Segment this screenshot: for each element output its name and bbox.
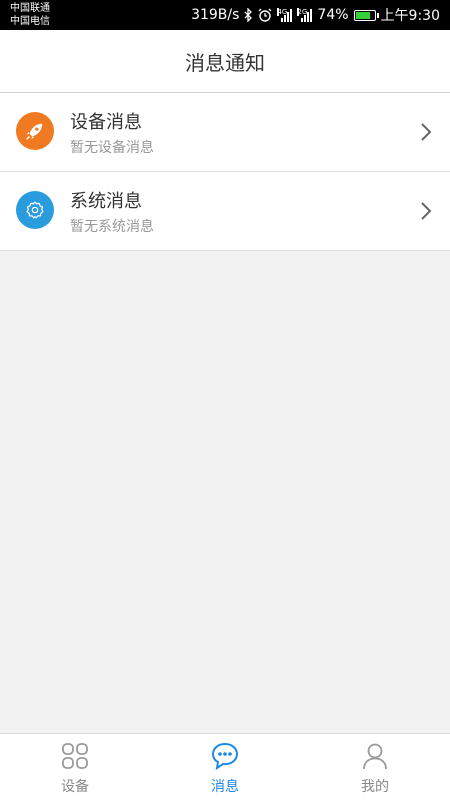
tab-label: 设备	[61, 779, 89, 795]
message-title: 设备消息	[70, 112, 142, 133]
message-title: 系统消息	[70, 191, 142, 212]
carrier-1: 中国联通	[10, 3, 50, 14]
tab-label: 消息	[211, 779, 239, 795]
gear-icon	[16, 191, 54, 229]
tab-messages[interactable]: 消息	[150, 734, 300, 800]
bluetooth-icon	[244, 8, 253, 22]
net-speed: 319B/s	[191, 7, 240, 23]
status-bar: 中国联通 中国电信 319B/s 4G 2G 74% 上午9:30	[0, 0, 450, 30]
message-subtitle: 暂无系统消息	[70, 219, 154, 235]
sim2-signal-icon: 2G	[297, 8, 313, 22]
tab-profile[interactable]: 我的	[300, 734, 450, 800]
grid-icon	[62, 743, 88, 769]
tab-label: 我的	[361, 779, 389, 795]
rocket-icon	[16, 112, 54, 150]
chat-bubble-icon	[211, 742, 239, 771]
chevron-right-icon	[421, 202, 432, 220]
clock: 上午9:30	[380, 8, 440, 24]
carrier-info: 中国联通 中国电信	[10, 2, 50, 28]
app-header: 消息通知	[0, 30, 450, 93]
battery-icon	[353, 9, 379, 21]
status-icons: 319B/s 4G 2G 74% 上午9:30	[191, 0, 440, 30]
chevron-right-icon	[421, 123, 432, 141]
sim2-gen-label: 2G	[297, 8, 308, 16]
message-subtitle: 暂无设备消息	[70, 140, 154, 156]
page-title: 消息通知	[185, 50, 265, 75]
carrier-2: 中国电信	[10, 16, 50, 27]
sim1-signal-icon: 4G	[277, 8, 293, 22]
bottom-tab-bar: 设备 消息 我的	[0, 733, 450, 800]
message-list: 设备消息 暂无设备消息 系统消息 暂无系统消息	[0, 93, 450, 251]
sim1-gen-label: 4G	[277, 8, 288, 16]
tab-devices[interactable]: 设备	[0, 734, 150, 800]
alarm-icon	[258, 8, 272, 22]
battery-percent: 74%	[317, 7, 349, 23]
device-message-item[interactable]: 设备消息 暂无设备消息	[0, 93, 450, 172]
user-icon	[363, 743, 387, 770]
system-message-item[interactable]: 系统消息 暂无系统消息	[0, 172, 450, 251]
